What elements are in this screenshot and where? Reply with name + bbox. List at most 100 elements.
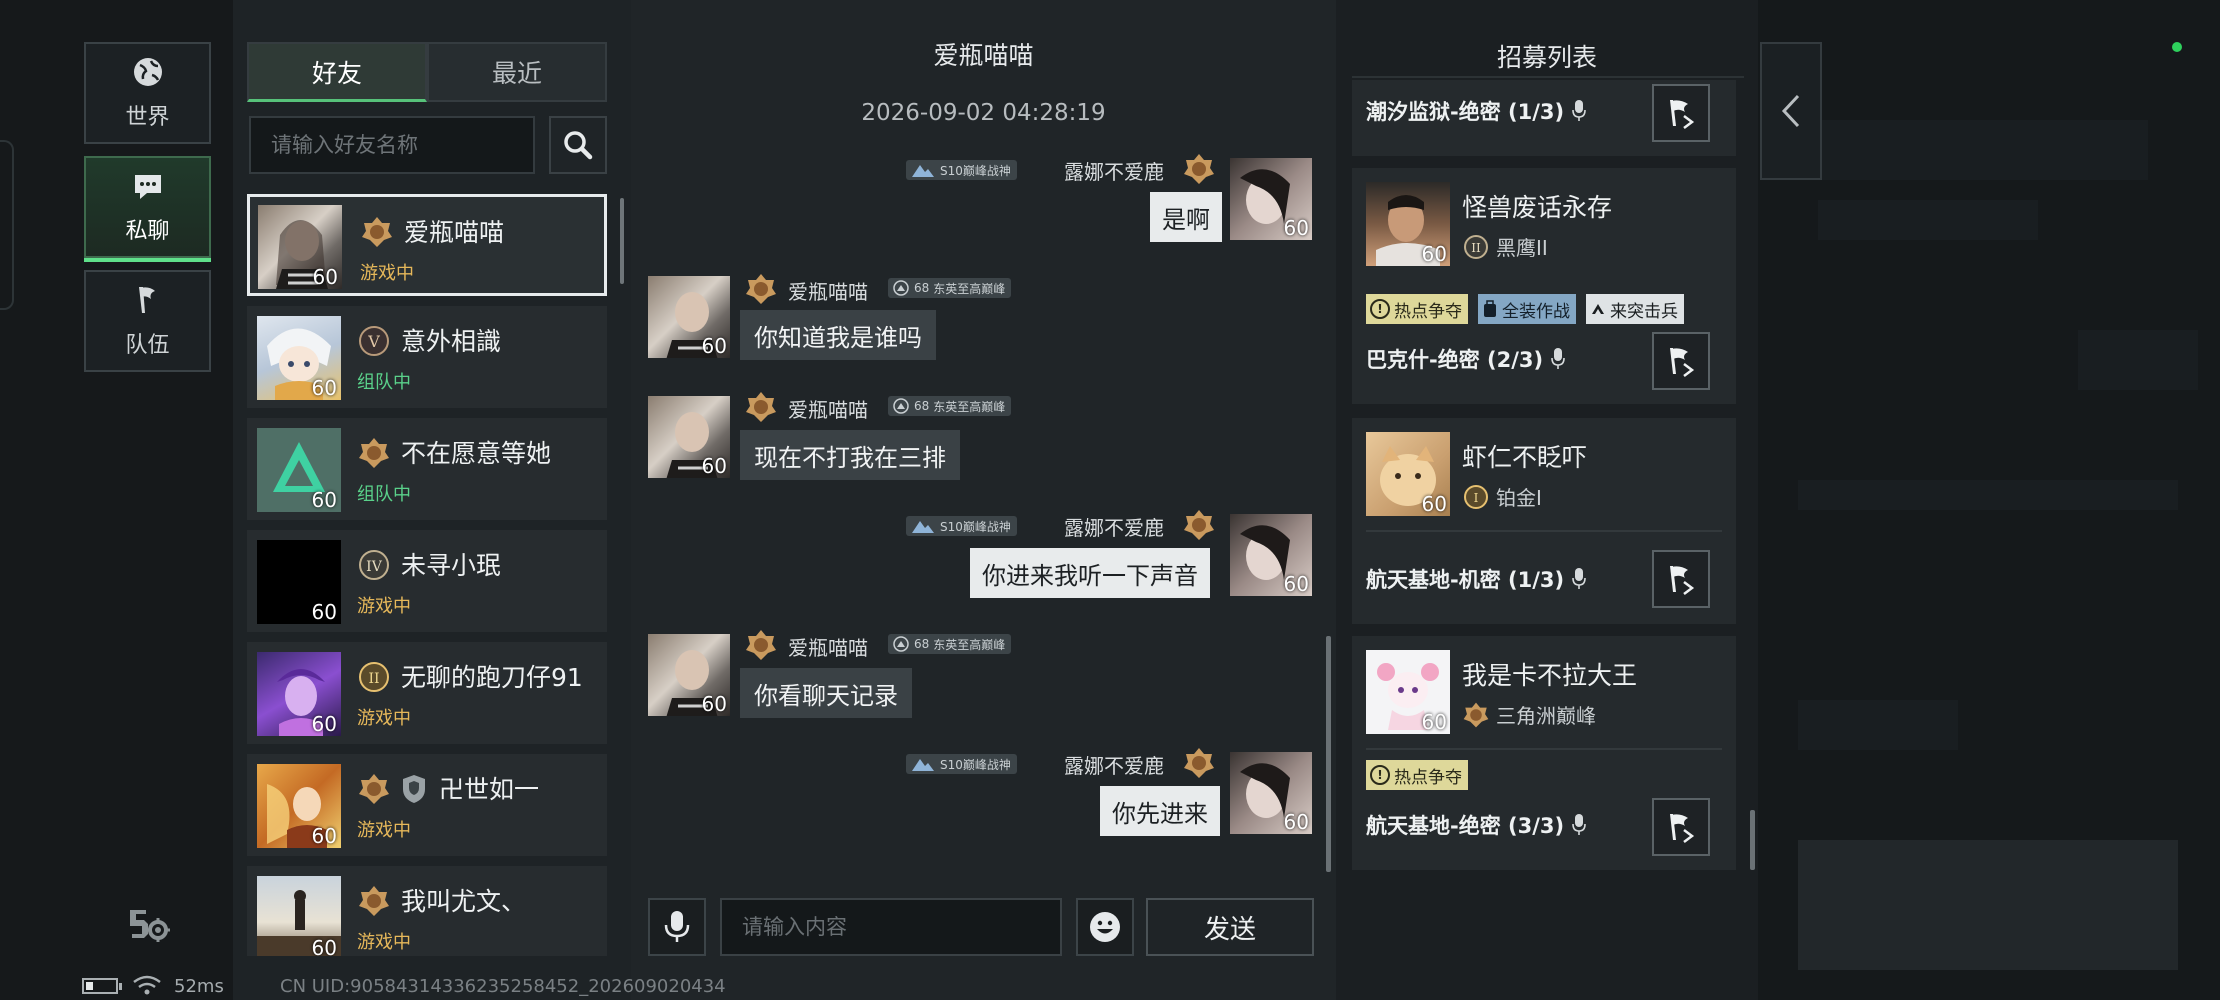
- flag-join-icon: [1670, 348, 1695, 377]
- peer-rank-tag: 68 东英至高巅峰: [888, 396, 1012, 416]
- recruit-card[interactable]: 60 我是卡不拉大王 三角洲巅峰 ! 热点争夺 航天基地-绝密 (3/3): [1352, 636, 1736, 870]
- self-rank-tag: S10巅峰战神: [906, 754, 1017, 774]
- search-icon: [564, 131, 593, 160]
- flag-join-icon: [1670, 566, 1695, 595]
- chat-scrollbar[interactable]: [1326, 636, 1331, 872]
- recruiter-avatar: 60: [1366, 432, 1450, 516]
- settings-gear-icon[interactable]: [126, 904, 172, 944]
- self-rank-tag: S10巅峰战神: [906, 516, 1017, 536]
- self-avatar: 60: [1230, 752, 1312, 834]
- join-flag-button[interactable]: [1652, 550, 1710, 608]
- smiley-icon: [1090, 912, 1120, 942]
- svg-text:V: V: [367, 332, 380, 351]
- friend-avatar: 60: [257, 652, 341, 736]
- recruit-mode: 航天基地-机密 (1/3): [1366, 564, 1586, 594]
- friend-item[interactable]: 60 IV 未寻小珉 游戏中: [247, 530, 607, 632]
- message-input[interactable]: [720, 898, 1062, 956]
- recruit-scrollbar[interactable]: [1750, 810, 1755, 870]
- recruiter-rank: II 黑鹰II: [1462, 232, 1548, 261]
- friend-list-scrollbar[interactable]: [620, 198, 624, 284]
- user-uid: CN UID:9058431433623525845​2_20260902043…: [280, 976, 726, 997]
- friend-status: 游戏中: [357, 932, 411, 953]
- join-flag-button[interactable]: [1652, 798, 1710, 856]
- rank-badge-icon: [359, 886, 389, 916]
- join-flag-button[interactable]: [1652, 332, 1710, 390]
- recruiter-rank: 三角洲巅峰: [1462, 700, 1596, 729]
- send-button[interactable]: 发送: [1146, 898, 1314, 956]
- friend-status: 游戏中: [357, 820, 411, 841]
- edge-handle[interactable]: [0, 140, 14, 310]
- friend-status: 游戏中: [357, 596, 411, 617]
- recruiter-name: 怪兽废话永存: [1462, 193, 1613, 222]
- rank-badge-icon: [362, 217, 392, 247]
- friend-name: 卍世如一: [439, 775, 540, 804]
- rank-badge-icon: [746, 630, 776, 660]
- friend-status: 组队中: [357, 372, 411, 393]
- sender-name: 爱瓶喵喵: [788, 280, 868, 304]
- peak-icon: [912, 521, 934, 533]
- friend-search-input[interactable]: [249, 116, 535, 174]
- recruit-card[interactable]: 60 怪兽废话永存 II 黑鹰II ! 热点争夺 全装作战 来突击兵 巴克什-绝密 …: [1352, 168, 1736, 404]
- collapse-panel-button[interactable]: [1760, 42, 1822, 180]
- peak-icon: [912, 165, 934, 177]
- rank-badge-icon: [1184, 154, 1214, 184]
- friend-level: 60: [311, 936, 337, 956]
- recruit-mode: 航天基地-绝密 (3/3): [1366, 810, 1586, 840]
- tag-hotspot: ! 热点争夺: [1366, 760, 1468, 790]
- left-nav-background: [0, 0, 233, 1000]
- friend-status: 游戏中: [357, 708, 411, 729]
- peer-avatar: 60: [648, 634, 730, 716]
- chevron-left-icon: [1781, 94, 1800, 128]
- rank-badge-icon: [359, 774, 389, 804]
- message-bubble-peer: 你知道我是谁吗: [740, 310, 936, 360]
- join-flag-button[interactable]: [1652, 84, 1710, 142]
- peak-icon: [912, 759, 934, 771]
- recruit-mode: 巴克什-绝密 (2/3): [1366, 344, 1565, 374]
- friend-avatar: 60: [257, 316, 341, 400]
- friend-item[interactable]: 60 卍世如一 游戏中: [247, 754, 607, 856]
- friend-level: 60: [311, 376, 337, 400]
- nav-team-button[interactable]: 队伍: [84, 270, 211, 372]
- friend-level: 60: [311, 824, 337, 848]
- peak-badge-icon: [893, 280, 909, 296]
- tab-recent[interactable]: 最近: [427, 42, 607, 102]
- friend-item[interactable]: 60 不在愿意等她 组队中: [247, 418, 607, 520]
- recruit-title-divider: [1352, 76, 1744, 78]
- friend-name: 不在愿意等她: [401, 439, 552, 468]
- friend-status: 组队中: [357, 484, 411, 505]
- message-bubble-self: 你先进来: [1100, 786, 1220, 836]
- emoji-button[interactable]: [1076, 898, 1134, 956]
- rank-badge-icon: [746, 274, 776, 304]
- tab-friends[interactable]: 好友: [247, 42, 427, 102]
- rank-ii-badge-icon: II: [1464, 234, 1488, 259]
- recruit-card[interactable]: 潮汐监狱-绝密 (1/3): [1352, 80, 1736, 156]
- alert-icon: !: [1370, 765, 1390, 785]
- friend-item[interactable]: 60 我叫尤文、 游戏中: [247, 866, 607, 956]
- self-avatar: 60: [1230, 514, 1312, 596]
- sender-name: 露娜不爱鹿: [1064, 516, 1164, 540]
- network-latency: 52ms: [174, 976, 224, 997]
- peer-rank-tag: 68 东英至高巅峰: [888, 634, 1012, 654]
- nav-world-button[interactable]: 世界: [84, 42, 211, 144]
- friend-item[interactable]: 60 V 意外相識 组队中: [247, 306, 607, 408]
- sender-name: 露娜不爱鹿: [1064, 754, 1164, 778]
- nav-private-chat-button[interactable]: 私聊: [84, 156, 211, 262]
- recruiter-avatar: 60: [1366, 182, 1450, 266]
- recruit-card[interactable]: 60 虾仁不眨吓 I 铂金I 航天基地-机密 (1/3): [1352, 418, 1736, 624]
- peak-badge-icon: [893, 398, 909, 414]
- rank-v-badge-icon: V: [359, 326, 389, 356]
- voice-button[interactable]: [648, 898, 706, 956]
- friend-item[interactable]: 60 II 无聊的跑刀仔91 游戏中: [247, 642, 607, 744]
- peer-rank-tag: 68 东英至高巅峰: [888, 278, 1012, 298]
- message-bubble-self: 是啊: [1150, 192, 1222, 242]
- microphone-icon: [1572, 568, 1586, 589]
- friend-avatar: 60: [257, 428, 341, 512]
- rank-i-badge-icon: I: [1464, 484, 1488, 509]
- peak-badge-icon: [893, 636, 909, 652]
- friend-item[interactable]: 60 爱瓶喵喵 游戏中: [247, 194, 607, 296]
- microphone-icon: [664, 911, 690, 942]
- friend-search-button[interactable]: [549, 116, 607, 174]
- nav-private-chat-label: 私聊: [125, 219, 170, 244]
- tag-assault: 来突击兵: [1586, 294, 1684, 324]
- globe-icon: [133, 58, 162, 86]
